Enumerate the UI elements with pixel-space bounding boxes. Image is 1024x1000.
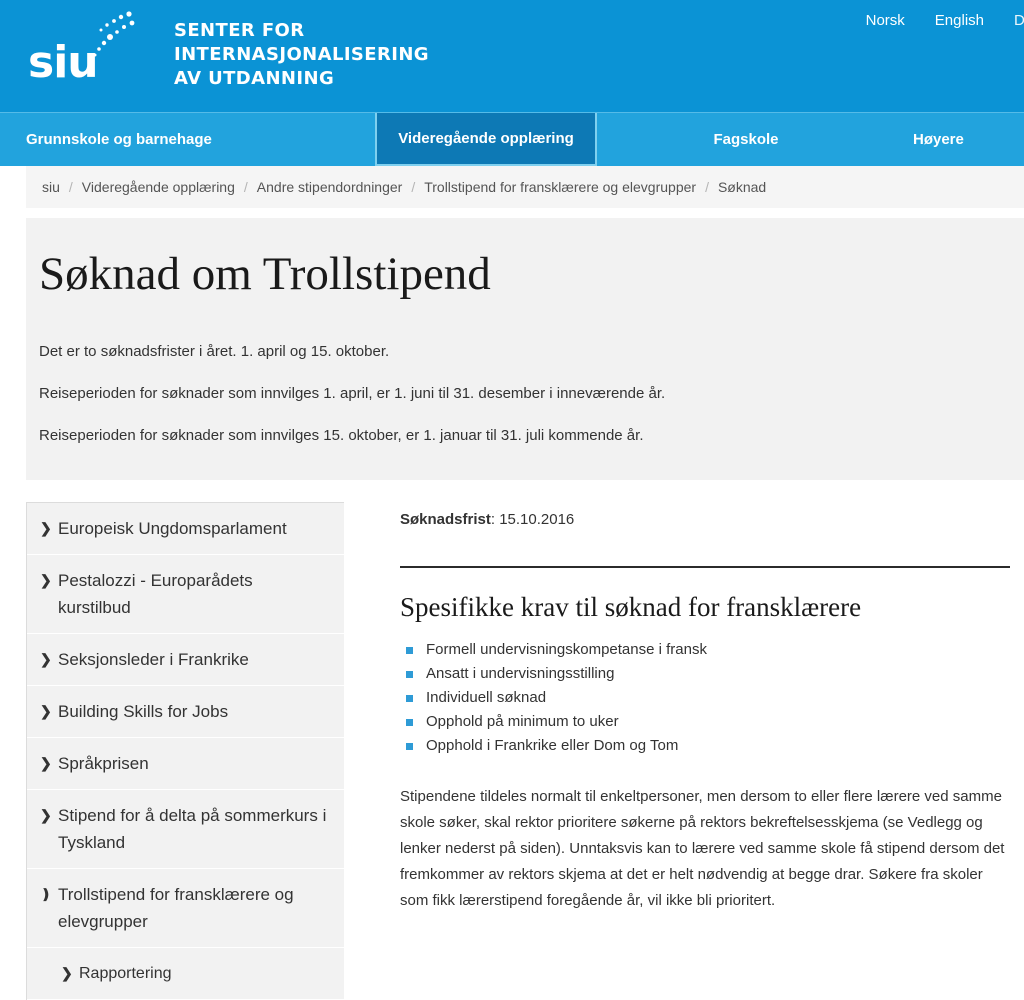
chevron-right-icon: ❯ xyxy=(61,965,73,981)
chevron-right-icon: ❯ xyxy=(40,651,52,667)
breadcrumb-separator: / xyxy=(411,179,416,195)
nav-item-hoyere[interactable]: Høyere xyxy=(895,113,1024,166)
top-link-clipped[interactable]: D xyxy=(1014,12,1024,30)
main-navigation: Grunnskole og barnehage Videregående opp… xyxy=(0,112,1024,166)
top-link-english[interactable]: English xyxy=(935,12,984,30)
language-links: Norsk English D xyxy=(866,0,1024,33)
deadline-label: Søknadsfrist xyxy=(400,511,491,528)
sidebar-item-label: Building Skills for Jobs xyxy=(58,702,229,721)
breadcrumb-item-trollstipend[interactable]: Trollstipend for fransklærere og elevgru… xyxy=(424,179,696,195)
page-title: Søknad om Trollstipend xyxy=(39,248,491,300)
chevron-right-icon: ❯ xyxy=(40,755,52,771)
main-content: Søknadsfrist: 15.10.2016 Spesifikke krav… xyxy=(344,502,1024,1000)
list-item: Ansatt i undervisningsstilling xyxy=(406,662,1010,686)
application-deadline: Søknadsfrist: 15.10.2016 xyxy=(400,510,1010,530)
sidebar-item-pestalozzi[interactable]: ❯ Pestalozzi - Europarådets kurstilbud xyxy=(27,555,344,634)
sidebar-item-building-skills-for-jobs[interactable]: ❯ Building Skills for Jobs xyxy=(27,686,344,738)
sidebar-menu: ❯ Europeisk Ungdomsparlament ❯ Pestalozz… xyxy=(26,502,344,1000)
breadcrumb: siu / Videregående opplæring / Andre sti… xyxy=(26,166,1024,208)
sidebar-item-label: Stipend for å delta på sommerkurs i Tysk… xyxy=(58,806,327,852)
deadline-value: 15.10.2016 xyxy=(499,511,575,528)
intro-paragraph-2: Reiseperioden for søknader som innvilges… xyxy=(39,385,666,402)
intro-paragraph-3: Reiseperioden for søknader som innvilges… xyxy=(39,427,644,444)
nav-item-grunnskole[interactable]: Grunnskole og barnehage xyxy=(0,113,375,166)
breadcrumb-item-andre-stipendordninger[interactable]: Andre stipendordninger xyxy=(257,179,403,195)
section-title: Spesifikke krav til søknad for fransklær… xyxy=(400,592,862,622)
sidebar-item-label: Språkprisen xyxy=(58,754,149,773)
brand-line-3: AV UTDANNING xyxy=(174,68,335,89)
chevron-right-icon: ❯ xyxy=(40,807,52,823)
list-item: Opphold på minimum to uker xyxy=(406,710,1010,734)
sidebar-item-label: Trollstipend for fransklærere og elevgru… xyxy=(58,885,294,931)
siu-dots-icon xyxy=(93,11,135,57)
brand-tagline: SENTER FOR INTERNASJONALISERING AV UTDAN… xyxy=(174,19,429,91)
brand[interactable]: siu SENTER FOR INTERNASJONALISERING AV U… xyxy=(26,8,429,91)
chevron-right-icon: ❯ xyxy=(40,572,52,588)
site-header: Norsk English D siu SENTER FOR INTERNASJ… xyxy=(0,0,1024,112)
sidebar-item-stipend-sommerkurs-tyskland[interactable]: ❯ Stipend for å delta på sommerkurs i Ty… xyxy=(27,790,344,869)
brand-line-1: SENTER FOR xyxy=(174,20,305,41)
chevron-right-icon: ❯ xyxy=(40,520,52,536)
requirements-list: Formell undervisningskompetanse i fransk… xyxy=(400,638,1010,758)
chevron-down-icon: ❫ xyxy=(40,886,52,902)
deadline-separator: : xyxy=(490,511,500,528)
breadcrumb-separator: / xyxy=(243,179,248,195)
sidebar-item-trollstipend[interactable]: ❫ Trollstipend for fransklærere og elevg… xyxy=(27,869,344,948)
breadcrumb-separator: / xyxy=(68,179,73,195)
sidebar-item-europeisk-ungdomsparlament[interactable]: ❯ Europeisk Ungdomsparlament xyxy=(27,503,344,555)
siu-logo[interactable]: siu xyxy=(26,8,144,90)
sidebar-item-rapportering[interactable]: ❯ Rapportering xyxy=(27,948,344,1000)
intro-paragraph-1: Det er to søknadsfrister i året. 1. apri… xyxy=(39,343,390,360)
list-item: Opphold i Frankrike eller Dom og Tom xyxy=(406,734,1010,758)
list-item: Formell undervisningskompetanse i fransk xyxy=(406,638,1010,662)
page-body: siu / Videregående opplæring / Andre sti… xyxy=(0,166,1024,1000)
nav-item-fagskole[interactable]: Fagskole xyxy=(597,113,895,166)
brand-line-2: INTERNASJONALISERING xyxy=(174,44,429,65)
breadcrumb-separator: / xyxy=(705,179,709,195)
breadcrumb-item-soknad[interactable]: Søknad xyxy=(718,179,766,195)
intro-banner: Søknad om Trollstipend Det er to søknads… xyxy=(26,218,1024,480)
sidebar-item-sprakprisen[interactable]: ❯ Språkprisen xyxy=(27,738,344,790)
sidebar-item-label: Pestalozzi - Europarådets kurstilbud xyxy=(58,571,253,617)
sidebar-item-label: Rapportering xyxy=(79,965,172,982)
breadcrumb-item-videregaende[interactable]: Videregående opplæring xyxy=(82,179,235,195)
top-link-norsk[interactable]: Norsk xyxy=(866,12,905,30)
sidebar-item-seksjonsleder-i-frankrike[interactable]: ❯ Seksjonsleder i Frankrike xyxy=(27,634,344,686)
chevron-right-icon: ❯ xyxy=(40,703,52,719)
list-item: Individuell søknad xyxy=(406,686,1010,710)
sidebar-item-label: Europeisk Ungdomsparlament xyxy=(58,519,287,538)
breadcrumb-item-siu[interactable]: siu xyxy=(42,179,60,195)
sidebar-item-label: Seksjonsleder i Frankrike xyxy=(58,650,249,669)
content-columns: ❯ Europeisk Ungdomsparlament ❯ Pestalozz… xyxy=(26,502,1024,1000)
nav-item-videregaende[interactable]: Videregående opplæring xyxy=(375,113,597,166)
body-paragraph: Stipendene tildeles normalt til enkeltpe… xyxy=(400,788,1005,909)
section-divider xyxy=(400,566,1010,568)
